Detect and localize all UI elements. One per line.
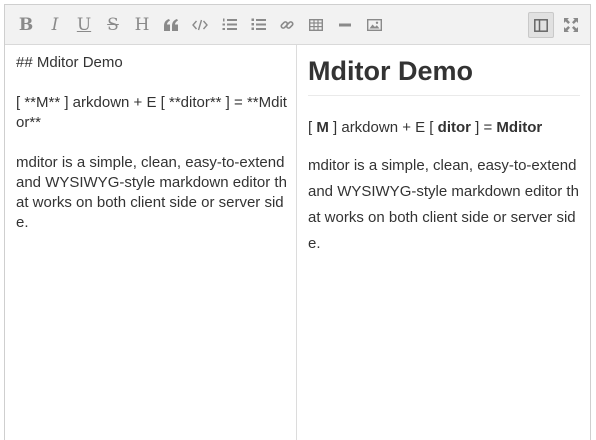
toolbar-right-group xyxy=(528,12,584,38)
italic-button[interactable]: I xyxy=(42,12,68,38)
strikethrough-icon: S xyxy=(107,14,119,35)
split-view-icon xyxy=(534,18,548,32)
image-button[interactable] xyxy=(361,12,387,38)
italic-icon: I xyxy=(51,14,59,35)
preview-bold-ditor: ditor xyxy=(437,119,471,136)
horizontal-rule-button[interactable] xyxy=(332,12,358,38)
quote-icon xyxy=(164,18,178,31)
link-button[interactable] xyxy=(274,12,300,38)
quote-button[interactable] xyxy=(158,12,184,38)
code-icon xyxy=(192,19,208,30)
split-preview-button[interactable] xyxy=(528,12,554,38)
ordered-list-icon xyxy=(222,18,237,30)
code-button[interactable] xyxy=(187,12,213,38)
bold-icon: B xyxy=(18,14,34,35)
source-line-formula: [ **M** ] arkdown + E [ **ditor** ] = **… xyxy=(16,94,287,131)
preview-formula-line: [ M ] arkdown + E [ ditor ] = Mditor xyxy=(308,119,543,136)
table-icon xyxy=(309,18,323,31)
strikethrough-button[interactable]: S xyxy=(100,12,126,38)
preview-pane: Mditor Demo [ M ] arkdown + E [ ditor ] … xyxy=(297,45,590,440)
unordered-list-button[interactable] xyxy=(245,12,271,38)
preview-heading: Mditor Demo xyxy=(308,54,580,96)
source-line-description: mditor is a simple, clean, easy-to-exten… xyxy=(16,154,287,231)
markdown-source-pane[interactable]: ## Mditor Demo [ **M** ] arkdown + E [ *… xyxy=(5,45,297,440)
editor-toolbar: B I U S H xyxy=(5,5,590,45)
horizontal-rule-icon xyxy=(339,23,351,26)
image-icon xyxy=(366,18,382,31)
preview-bold-mditor: Mditor xyxy=(496,119,543,136)
heading-icon: H xyxy=(134,14,150,35)
fullscreen-icon xyxy=(564,18,578,32)
underline-button[interactable]: U xyxy=(71,12,97,38)
preview-description: mditor is a simple, clean, easy-to-exten… xyxy=(308,157,579,252)
preview-bold-m: M xyxy=(316,119,329,136)
table-button[interactable] xyxy=(303,12,329,38)
source-line-heading: ## Mditor Demo xyxy=(16,54,123,71)
bold-button[interactable]: B xyxy=(13,12,39,38)
unordered-list-icon xyxy=(251,18,266,30)
markdown-editor: B I U S H ## Mditor Demo [**M**] arkdo… xyxy=(4,4,591,440)
link-icon xyxy=(280,20,294,29)
fullscreen-button[interactable] xyxy=(558,12,584,38)
ordered-list-button[interactable] xyxy=(216,12,242,38)
editor-panes: ## Mditor Demo [ **M** ] arkdown + E [ *… xyxy=(5,45,590,440)
underline-icon: U xyxy=(76,14,92,35)
heading-button[interactable]: H xyxy=(129,12,155,38)
